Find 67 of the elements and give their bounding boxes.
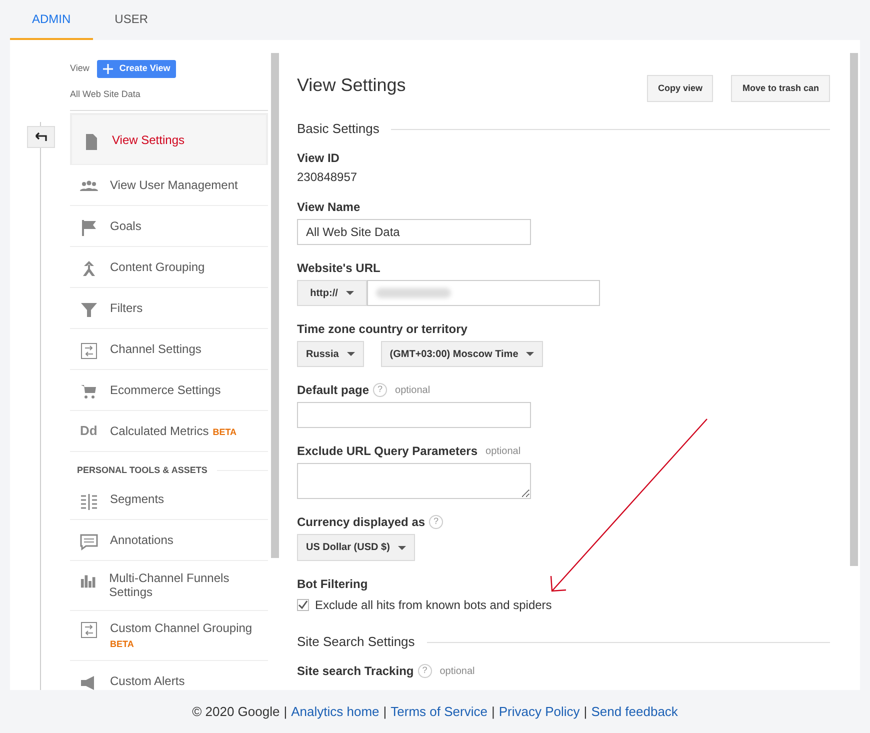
action-button[interactable]: Move to trash can: [731, 75, 830, 102]
beta-label: BETA: [110, 638, 135, 651]
create-view-button[interactable]: Create View: [97, 60, 176, 78]
nav-item[interactable]: View User Management: [70, 164, 268, 206]
field-label: Bot Filtering: [297, 577, 368, 591]
nav-item-label: Segments: [110, 492, 164, 506]
field-label: Default page: [297, 383, 370, 397]
nav-item[interactable]: Content Grouping: [70, 246, 268, 288]
nav-item[interactable]: Goals: [70, 206, 268, 246]
footer-link[interactable]: Privacy Policy: [498, 702, 580, 722]
footer-link[interactable]: Analytics home: [291, 702, 380, 722]
nav-item-label: View User Management: [110, 178, 238, 192]
beta-label: BETA: [212, 426, 237, 436]
separator-text: |: [584, 702, 588, 721]
copyright-text: © 2020 Google: [192, 702, 280, 721]
nav-item-label: Annotations: [110, 533, 174, 547]
select-dropdown[interactable]: Russia: [297, 341, 364, 367]
nav-item-label: Custom Alerts: [110, 674, 185, 688]
field-label: View ID: [297, 151, 340, 165]
action-button[interactable]: Copy view: [646, 75, 714, 102]
nav-item-label: Goals: [110, 218, 142, 232]
protocol-dropdown[interactable]: http://: [297, 280, 367, 306]
nav-item[interactable]: Annotations: [70, 520, 268, 561]
page-title: View Settings: [297, 74, 406, 97]
footer-link[interactable]: Send feedback: [591, 702, 678, 722]
nav-item[interactable]: Filters: [70, 288, 268, 328]
optional-label: optional: [440, 664, 475, 678]
view-id-value: 230848957: [297, 170, 358, 184]
nav-item[interactable]: Segments: [70, 479, 268, 520]
footer-link[interactable]: Terms of Service: [390, 702, 488, 722]
field-label: Currency displayed as: [297, 515, 426, 529]
nav-item[interactable]: Custom Alerts: [70, 661, 268, 690]
field-label: View Name: [297, 200, 360, 214]
select-dropdown[interactable]: (GMT+03:00) Moscow Time: [380, 341, 544, 367]
tab[interactable]: USER: [92, 0, 170, 40]
nav-item-label: Channel Settings: [110, 342, 202, 356]
nav-item-label: Filters: [110, 300, 143, 314]
nav-item[interactable]: Ecommerce Settings: [70, 370, 268, 410]
nav-item[interactable]: Dd Calculated Metrics BETA: [70, 410, 268, 452]
nav-item[interactable]: Custom Channel Grouping BETA: [70, 611, 268, 661]
optional-label: optional: [486, 444, 521, 458]
currency-dropdown[interactable]: US Dollar (USD $): [297, 534, 415, 561]
nav-item-label: Content Grouping: [110, 260, 205, 274]
section-header: PERSONAL TOOLS & ASSETS: [77, 464, 208, 476]
field-label: Exclude URL Query Parameters: [297, 444, 478, 458]
nav-item-label: Ecommerce Settings: [110, 382, 221, 396]
field-label: Website's URL: [297, 261, 380, 275]
view-name: All Web Site Data: [70, 88, 268, 110]
text-input-field[interactable]: All Web Site Data: [297, 219, 531, 245]
checkbox-label: Exclude all hits from known bots and spiders: [315, 597, 552, 614]
separator-text: |: [383, 702, 387, 721]
section-title: Basic Settings: [297, 121, 380, 137]
dd-icon: Dd: [80, 424, 98, 436]
section-title: Site Search Settings: [297, 634, 415, 650]
view-label: View: [70, 62, 90, 76]
nav-item-label: Custom Channel Grouping: [110, 621, 252, 635]
optional-label: optional: [395, 384, 430, 398]
field-label: Time zone country or territory: [297, 322, 468, 336]
separator-text: |: [491, 702, 495, 721]
nav-item-label: View Settings: [112, 132, 184, 146]
nav-item-label: Calculated Metrics: [110, 424, 209, 438]
nav-item-label: Multi-Channel Funnels Settings: [109, 571, 230, 599]
field-label: Site search Tracking: [297, 664, 414, 678]
nav-item[interactable]: View Settings: [70, 112, 268, 164]
nav-item[interactable]: Multi-Channel Funnels Settings: [70, 561, 268, 611]
separator-text: |: [284, 702, 288, 721]
nav-item[interactable]: Channel Settings: [70, 328, 268, 370]
